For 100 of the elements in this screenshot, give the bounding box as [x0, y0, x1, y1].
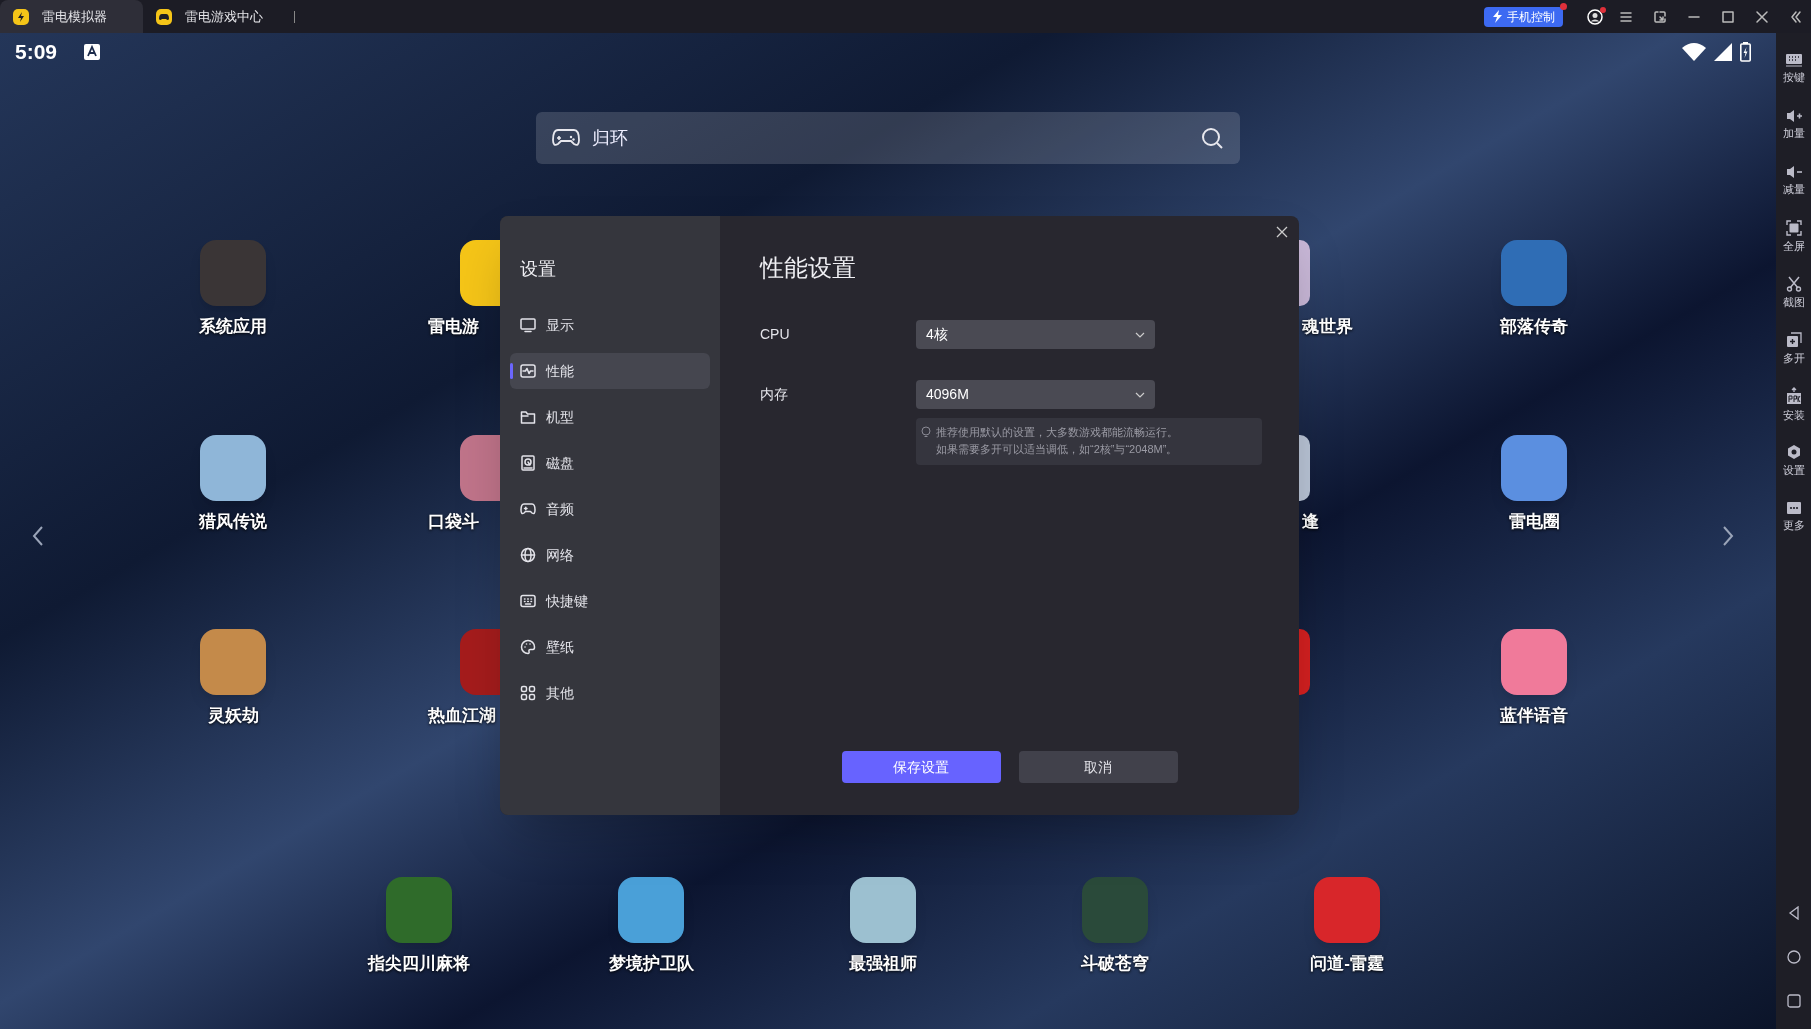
app-label: 灵妖劫	[207, 705, 259, 727]
close-icon[interactable]	[1276, 226, 1288, 238]
settings-menu-item[interactable]: 磁盘	[510, 445, 710, 481]
settings-menu-item[interactable]: 其他	[510, 675, 710, 711]
recent-apps-icon[interactable]	[1786, 994, 1801, 1008]
app-label: 蓝伴语音	[1500, 705, 1568, 727]
keyboard-icon	[520, 593, 536, 609]
home-icon[interactable]	[1786, 950, 1801, 964]
gamepad-icon	[552, 128, 580, 148]
volume-up-icon	[1784, 108, 1803, 123]
app-icon[interactable]	[1299, 240, 1310, 306]
field-label: 内存	[760, 385, 789, 404]
search-field[interactable]: 归环	[536, 112, 1240, 164]
settings-menu-item[interactable]: 机型	[510, 399, 710, 435]
clock-time: 5:09	[15, 39, 58, 66]
dialog-title: 性能设置	[760, 253, 857, 283]
settings-menu-item[interactable]: 显示	[510, 307, 710, 343]
app-label: 最强祖师	[849, 952, 917, 975]
title-tab[interactable]: 雷电模拟器	[0, 0, 143, 33]
app-label: 猎风传说	[199, 510, 267, 533]
app-label: 魂世界	[1302, 316, 1353, 338]
app-icon[interactable]	[618, 876, 684, 943]
toolbar-button[interactable]: 减量	[1776, 153, 1811, 209]
app-label: 口袋斗	[428, 510, 479, 533]
gamepad-logo-icon	[155, 7, 173, 26]
dropdown-select[interactable]: 4096M	[916, 380, 1155, 409]
keyboard-a-icon	[84, 44, 101, 60]
toolbar-button[interactable]: 截图	[1776, 265, 1811, 321]
battery-charging-icon	[1740, 42, 1751, 62]
palette-icon	[520, 639, 536, 655]
app-icon[interactable]	[1299, 434, 1310, 501]
keyboard-icon	[1784, 52, 1803, 67]
gamepad-icon	[520, 501, 536, 517]
settings-heading: 设置	[520, 258, 557, 281]
hint-text: 如果需要多开可以适当调低，如“2核”与“2048M”。	[936, 442, 1178, 457]
fullscreen-icon	[1785, 219, 1802, 236]
settings-menu-item[interactable]: 音频	[510, 491, 710, 527]
search-value: 归环	[592, 126, 628, 150]
wifi-icon	[1682, 43, 1706, 61]
settings-menu-item[interactable]: 壁纸	[510, 629, 710, 665]
settings-icon	[1785, 443, 1802, 460]
folder-icon	[520, 409, 536, 425]
multi-window-icon	[1785, 331, 1802, 348]
lightning-icon	[1492, 10, 1503, 23]
app-label: 指尖四川麻将	[368, 952, 470, 975]
search-icon[interactable]	[1200, 126, 1224, 150]
settings-menu-item[interactable]: 性能	[510, 353, 710, 389]
app-icon[interactable]	[1501, 434, 1567, 501]
more-icon	[1785, 500, 1802, 515]
app-icon[interactable]	[1501, 629, 1567, 695]
menu-icon[interactable]	[1619, 9, 1633, 24]
previous-page-icon[interactable]	[32, 525, 44, 547]
toolbar-button[interactable]: 安装	[1776, 377, 1811, 433]
toolbar-button[interactable]: 多开	[1776, 321, 1811, 377]
maximize-icon[interactable]	[1721, 9, 1735, 24]
toolbar-button[interactable]: 按键	[1776, 41, 1811, 97]
apk-install-icon	[1785, 386, 1802, 405]
window-resize-icon[interactable]	[1653, 9, 1667, 24]
app-label: 问道-雷霆	[1310, 952, 1384, 975]
app-icon[interactable]	[200, 434, 266, 501]
app-label: 逢	[1302, 510, 1319, 533]
dropdown-select[interactable]: 4核	[916, 320, 1155, 349]
toolbar-button[interactable]: 设置	[1776, 433, 1811, 489]
grid-icon	[520, 685, 536, 701]
app-icon[interactable]	[460, 434, 500, 501]
dropdown-caret-icon	[1135, 391, 1145, 398]
phone-control-button[interactable]: 手机控制	[1484, 6, 1563, 27]
app-label: 梦境护卫队	[608, 952, 694, 975]
account-icon[interactable]	[1587, 8, 1603, 25]
lightbulb-icon	[920, 426, 932, 438]
dropdown-caret-icon	[1135, 331, 1145, 338]
cancel-button[interactable]: 取消	[1018, 751, 1178, 783]
app-label: 雷电游	[428, 316, 479, 338]
app-label: 斗破苍穹	[1081, 952, 1149, 975]
toolbar-button[interactable]: 加量	[1776, 97, 1811, 153]
app-label: 雷电圈	[1508, 510, 1560, 533]
field-label: CPU	[760, 325, 791, 344]
toolbar-button[interactable]: 更多	[1776, 489, 1811, 545]
toolbar-button[interactable]: 全屏	[1776, 209, 1811, 265]
app-label: 部落传奇	[1500, 316, 1568, 338]
app-icon[interactable]	[850, 876, 916, 943]
app-icon[interactable]	[200, 629, 266, 695]
scissors-icon	[1785, 275, 1802, 292]
next-page-icon[interactable]	[1722, 525, 1734, 547]
app-logo-icon	[12, 7, 30, 26]
settings-menu-item[interactable]: 快捷键	[510, 583, 710, 619]
globe-icon	[520, 547, 536, 563]
cell-signal-icon	[1714, 43, 1732, 61]
save-button[interactable]: 保存设置	[841, 751, 1001, 783]
app-label: 热血江湖	[428, 705, 496, 727]
title-tab[interactable]: 雷电游戏中心	[143, 0, 286, 33]
app-label: 系统应用	[199, 316, 267, 338]
hint-text: 推荐使用默认的设置，大多数游戏都能流畅运行。	[936, 425, 1178, 440]
app-icon[interactable]	[460, 240, 500, 306]
settings-menu-item[interactable]: 网络	[510, 537, 710, 573]
pulse-chart-icon	[520, 363, 536, 379]
close-icon[interactable]	[1755, 9, 1769, 24]
monitor-icon	[520, 317, 536, 333]
collapse-chevrons-icon[interactable]	[1789, 9, 1803, 24]
volume-down-icon	[1784, 164, 1803, 179]
